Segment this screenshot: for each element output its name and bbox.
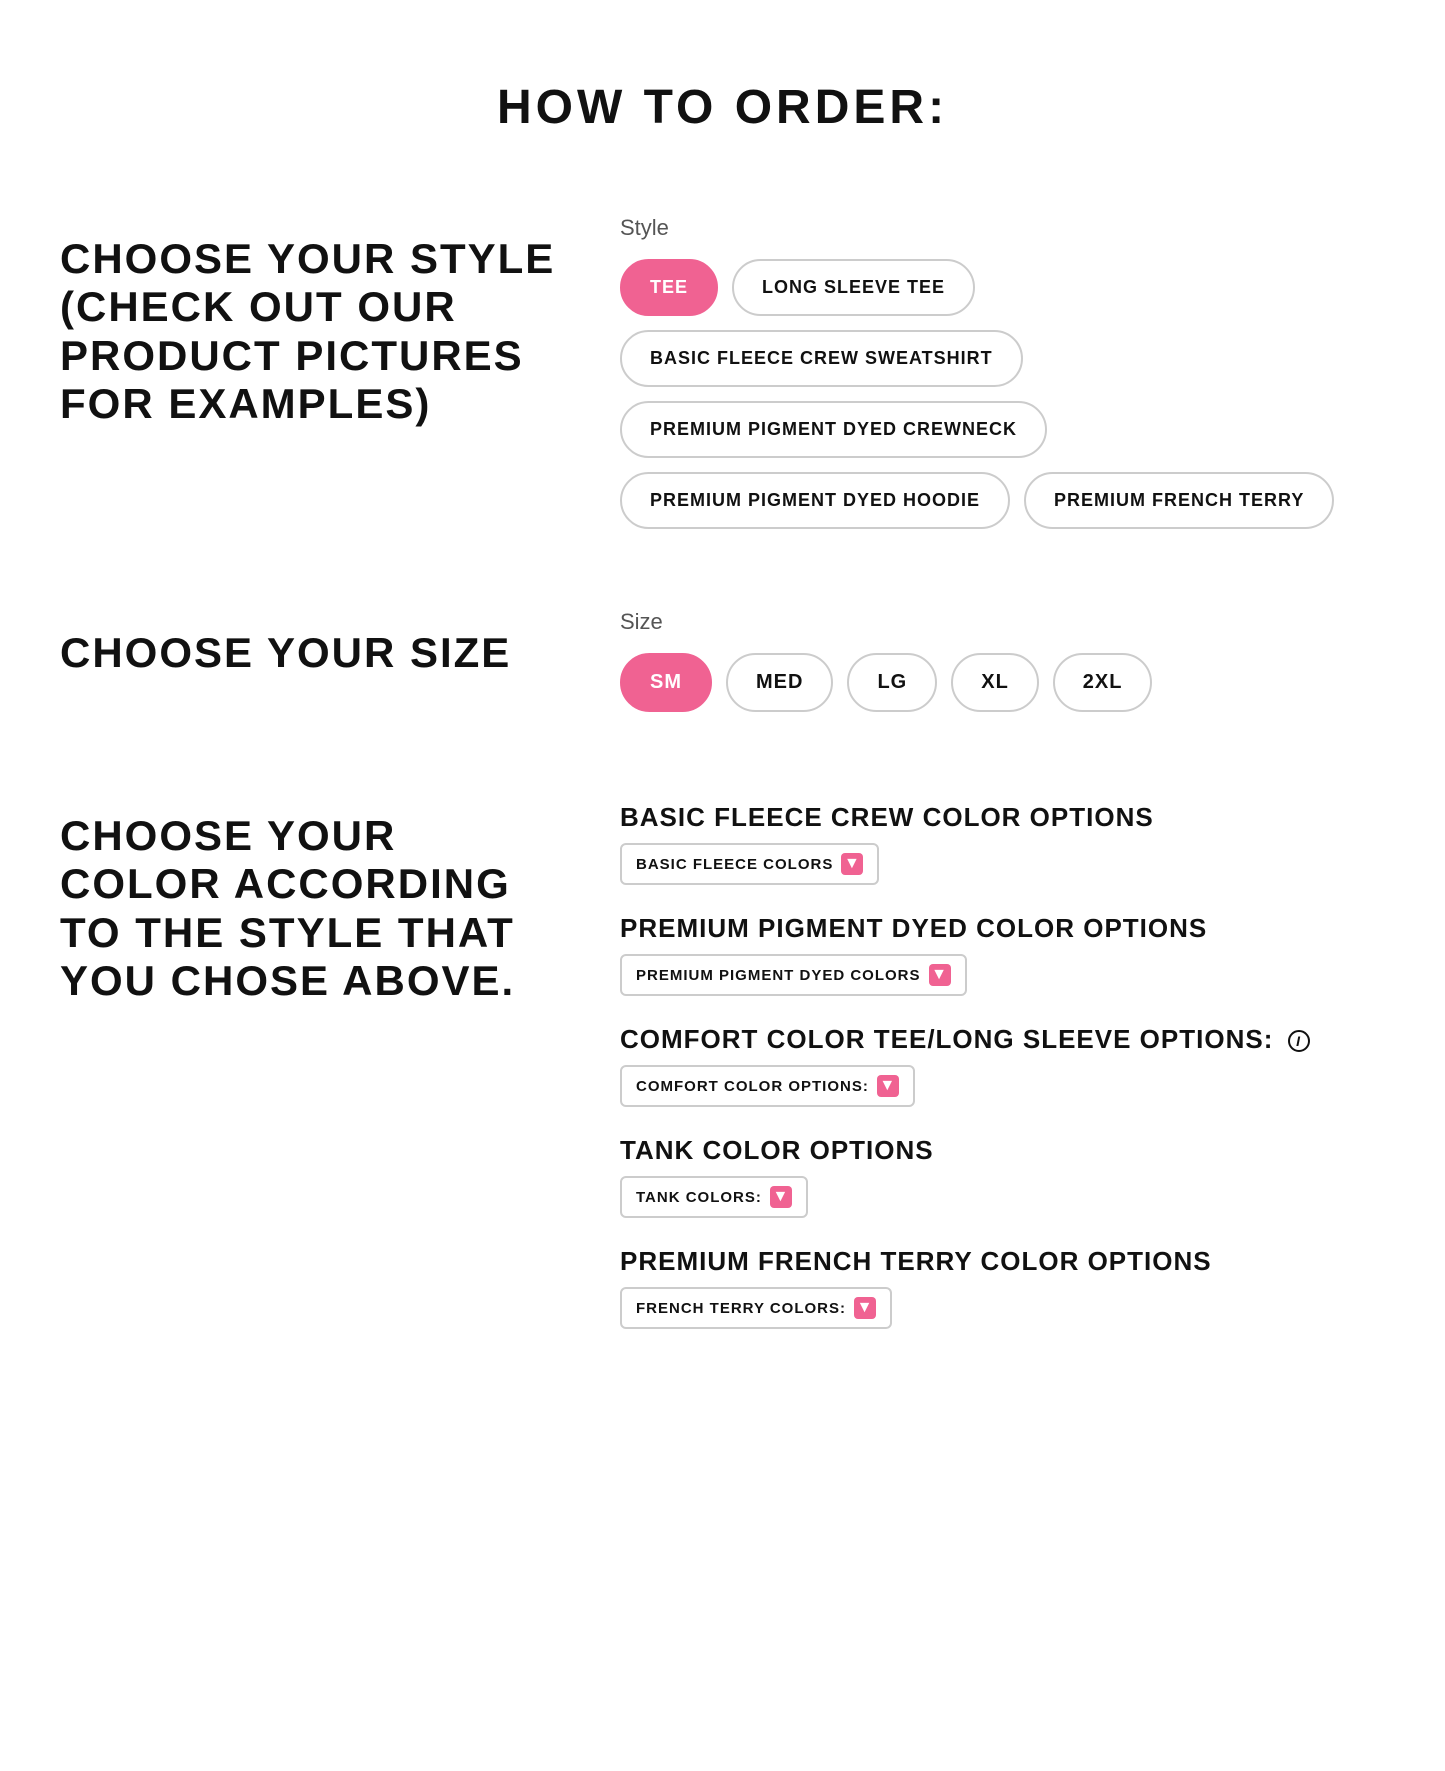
style-left-label: CHOOSE YOUR STYLE (CHECK OUT OUR PRODUCT… [60,215,560,428]
size-options-group: SM MED LG XL 2XL [620,653,1385,712]
style-btn-premium-pigment-dyed-hoodie[interactable]: PREMIUM PIGMENT DYED HOODIE [620,472,1010,529]
size-btn-sm[interactable]: SM [620,653,712,712]
size-btn-med[interactable]: MED [726,653,833,712]
tank-dropdown-icon: ▼ [770,1186,792,1208]
color-group-french-terry-title: PREMIUM FRENCH TERRY COLOR OPTIONS [620,1246,1385,1277]
color-group-tank-title: TANK COLOR OPTIONS [620,1135,1385,1166]
comfort-color-info-icon: i [1288,1030,1310,1052]
color-group-french-terry: PREMIUM FRENCH TERRY COLOR OPTIONS FRENC… [620,1246,1385,1329]
style-btn-premium-french-terry[interactable]: PREMIUM FRENCH TERRY [1024,472,1334,529]
page-title: HOW TO ORDER: [60,80,1385,135]
style-btn-basic-fleece-crew-sweatshirt[interactable]: BASIC FLEECE CREW SWEATSHIRT [620,330,1023,387]
color-left-label: CHOOSE YOUR COLOR ACCORDING TO THE STYLE… [60,792,560,1005]
size-left-label: CHOOSE YOUR SIZE [60,609,560,677]
comfort-color-options-label: COMFORT COLOR OPTIONS: [636,1078,869,1095]
size-btn-2xl[interactable]: 2XL [1053,653,1153,712]
style-section: CHOOSE YOUR STYLE (CHECK OUT OUR PRODUCT… [60,215,1385,529]
color-group-basic-fleece-crew: BASIC FLEECE CREW COLOR OPTIONS BASIC FL… [620,802,1385,885]
color-group-premium-pigment-dyed-title: PREMIUM PIGMENT DYED COLOR OPTIONS [620,913,1385,944]
style-btn-long-sleeve-tee[interactable]: LONG SLEEVE TEE [732,259,975,316]
tank-colors-dropdown[interactable]: TANK COLORS: ▼ [620,1176,808,1218]
basic-fleece-dropdown-icon: ▼ [841,853,863,875]
premium-pigment-dyed-colors-dropdown[interactable]: PREMIUM PIGMENT DYED COLORS ▼ [620,954,967,996]
style-label-text: CHOOSE YOUR STYLE (CHECK OUT OUR PRODUCT… [60,235,560,428]
size-btn-xl[interactable]: XL [951,653,1039,712]
comfort-color-dropdown-icon: ▼ [877,1075,899,1097]
tank-colors-label: TANK COLORS: [636,1189,762,1206]
basic-fleece-colors-label: BASIC FLEECE COLORS [636,856,833,873]
style-btn-premium-pigment-dyed-crewneck[interactable]: PREMIUM PIGMENT DYED CREWNECK [620,401,1047,458]
color-group-comfort-color-title: COMFORT COLOR TEE/LONG SLEEVE OPTIONS: i [620,1024,1385,1055]
color-group-basic-fleece-crew-title: BASIC FLEECE CREW COLOR OPTIONS [620,802,1385,833]
premium-pigment-dyed-colors-label: PREMIUM PIGMENT DYED COLORS [636,967,921,984]
style-btn-tee[interactable]: TEE [620,259,718,316]
color-section: CHOOSE YOUR COLOR ACCORDING TO THE STYLE… [60,792,1385,1357]
color-label-text: CHOOSE YOUR COLOR ACCORDING TO THE STYLE… [60,812,560,1005]
french-terry-colors-label: FRENCH TERRY COLORS: [636,1300,846,1317]
premium-pigment-dyed-dropdown-icon: ▼ [929,964,951,986]
style-options-group: TEE LONG SLEEVE TEE BASIC FLEECE CREW SW… [620,259,1385,529]
size-section-label: Size [620,609,1385,635]
french-terry-dropdown-icon: ▼ [854,1297,876,1319]
size-section: CHOOSE YOUR SIZE Size SM MED LG XL 2XL [60,609,1385,712]
size-btn-lg[interactable]: LG [847,653,937,712]
color-group-comfort-color: COMFORT COLOR TEE/LONG SLEEVE OPTIONS: i… [620,1024,1385,1107]
basic-fleece-colors-dropdown[interactable]: BASIC FLEECE COLORS ▼ [620,843,879,885]
size-label-text: CHOOSE YOUR SIZE [60,629,560,677]
french-terry-colors-dropdown[interactable]: FRENCH TERRY COLORS: ▼ [620,1287,892,1329]
comfort-color-options-dropdown[interactable]: COMFORT COLOR OPTIONS: ▼ [620,1065,915,1107]
color-group-tank: TANK COLOR OPTIONS TANK COLORS: ▼ [620,1135,1385,1218]
page-wrapper: HOW TO ORDER: CHOOSE YOUR STYLE (CHECK O… [0,0,1445,1517]
style-section-label: Style [620,215,1385,241]
style-right-content: Style TEE LONG SLEEVE TEE BASIC FLEECE C… [620,215,1385,529]
size-right-content: Size SM MED LG XL 2XL [620,609,1385,712]
color-options-container: BASIC FLEECE CREW COLOR OPTIONS BASIC FL… [620,792,1385,1357]
color-group-premium-pigment-dyed: PREMIUM PIGMENT DYED COLOR OPTIONS PREMI… [620,913,1385,996]
